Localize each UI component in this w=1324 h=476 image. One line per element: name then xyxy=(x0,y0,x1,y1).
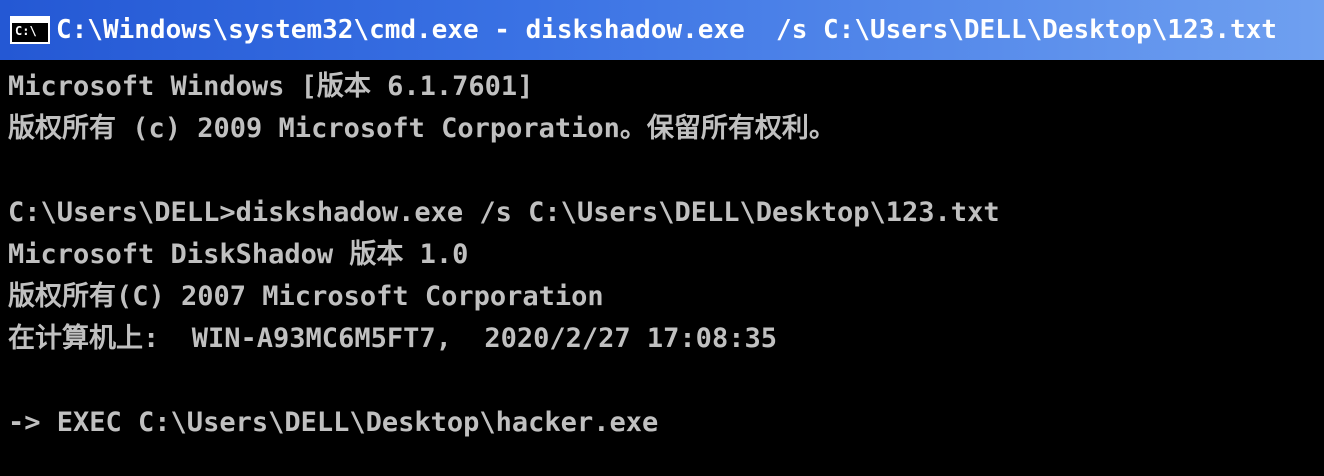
console-line-diskshadow-copyright: 版权所有(C) 2007 Microsoft Corporation xyxy=(8,281,604,312)
console-icon-stripe xyxy=(12,18,48,23)
console-line-command: C:\Users\DELL>diskshadow.exe /s C:\Users… xyxy=(8,197,1000,228)
title-bar[interactable]: C:\ C:\Windows\system32\cmd.exe - disksh… xyxy=(0,0,1324,60)
console-line-machine-info: 在计算机上: WIN-A93MC6M5FT7, 2020/2/27 17:08:… xyxy=(8,323,777,354)
console-line-version: Microsoft Windows [版本 6.1.7601] xyxy=(8,71,534,102)
console-line-diskshadow-version: Microsoft DiskShadow 版本 1.0 xyxy=(8,239,469,270)
window-title: C:\Windows\system32\cmd.exe - diskshadow… xyxy=(56,15,1277,45)
console-line-exec: -> EXEC C:\Users\DELL\Desktop\hacker.exe xyxy=(8,407,659,438)
console-icon[interactable]: C:\ xyxy=(10,16,50,44)
console-line-copyright: 版权所有 (c) 2009 Microsoft Corporation。保留所有… xyxy=(8,113,836,144)
console-line-blank-2 xyxy=(8,360,1324,402)
console-icon-label: C:\ xyxy=(15,24,37,38)
console-output[interactable]: Microsoft Windows [版本 6.1.7601] 版权所有 (c)… xyxy=(0,60,1324,476)
cmd-window: C:\ C:\Windows\system32\cmd.exe - disksh… xyxy=(0,0,1324,476)
